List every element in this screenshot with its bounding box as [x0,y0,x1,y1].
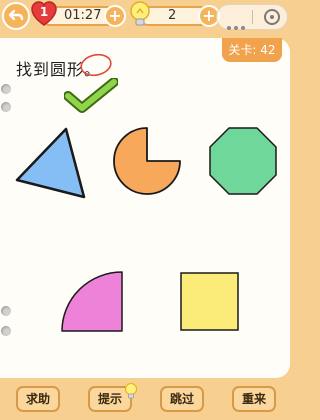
capsule-divider [252,10,253,24]
help-button[interactable]: 求助 [16,386,60,412]
checkmark-icon [64,78,118,113]
quarter-circle-shape[interactable] [58,268,126,334]
bottom-toolbar: 求助 提示 跳过 重来 [0,378,290,420]
octagon-shape[interactable] [206,124,280,198]
hints-count: 2 [168,8,177,23]
lives-count: 1 [39,5,49,19]
lightbulb-icon [125,383,137,399]
triangle-shape[interactable] [14,126,88,200]
skip-button[interactable]: 跳过 [160,386,204,412]
binder-ring [1,326,11,336]
question-paper [0,38,290,378]
timer-text: 01:27 [64,8,102,23]
binder-ring [1,84,11,94]
square-shape[interactable] [178,270,242,334]
add-lives-button[interactable]: + [104,5,126,27]
restart-button[interactable]: 重来 [232,386,276,412]
binder-ring [1,102,11,112]
binder-ring [1,306,11,316]
plus-icon: + [108,6,122,25]
plus-icon: + [202,6,216,25]
circle-mark-icon[interactable] [78,52,114,78]
close-target-icon[interactable] [264,9,280,25]
back-arrow-icon [8,9,24,21]
level-badge: 关卡: 42 [222,38,282,62]
more-dots-icon[interactable] [227,15,248,34]
back-button[interactable] [2,2,30,30]
mini-program-capsule [216,4,288,30]
lightbulb-icon [130,1,150,26]
top-bar: 1 01:27 + 2 + [0,0,290,32]
pacman-circle-shape[interactable] [110,124,184,198]
